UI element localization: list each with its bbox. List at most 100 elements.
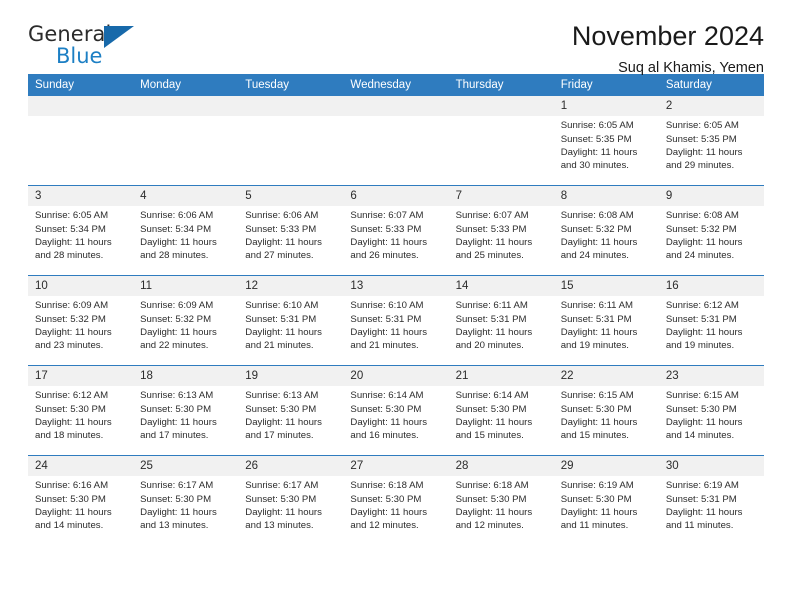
day-info-line: Sunset: 5:33 PM (245, 223, 317, 235)
calendar-day-cell[interactable]: 26 Sunrise: 6:17 AM Sunset: 5:30 PM Dayligh… (238, 455, 344, 545)
day-info-line: Daylight: 11 hours (35, 506, 112, 518)
calendar-day-cell[interactable]: 11 Sunrise: 6:09 AM Sunset: 5:32 PM Dayligh… (133, 275, 239, 366)
day-info-line: Daylight: 11 hours (560, 236, 638, 248)
calendar-day-cell[interactable]: 22 Sunrise: 6:15 AM Sunset: 5:30 PM Dayligh… (553, 365, 659, 456)
calendar-day-cell[interactable]: 18 Sunrise: 6:13 AM Sunset: 5:30 PM Dayligh… (133, 365, 239, 456)
day-cell-inner: 12 Sunrise: 6:10 AM Sunset: 5:31 PM Dayligh… (238, 276, 344, 365)
day-info-line: Sunset: 5:34 PM (140, 223, 212, 235)
day-info-line: and 24 minutes. (665, 249, 735, 261)
calendar-day-cell[interactable]: 19 Sunrise: 6:13 AM Sunset: 5:30 PM Dayligh… (238, 365, 344, 456)
day-info-line: Sunrise: 6:13 AM (245, 390, 319, 402)
calendar-day-cell[interactable]: 30 Sunrise: 6:19 AM Sunset: 5:31 PM Dayligh… (658, 455, 764, 545)
day-info-line: Sunset: 5:31 PM (560, 313, 632, 325)
day-sun-info: Sunrise: 6:05 AM Sunset: 5:35 PM Daylight:… (554, 116, 659, 172)
day-number: 10 (28, 276, 134, 297)
day-cell-inner: 17 Sunrise: 6:12 AM Sunset: 5:30 PM Dayligh… (28, 366, 134, 455)
day-info-line: and 19 minutes. (665, 339, 735, 351)
day-cell-inner: 4 Sunrise: 6:06 AM Sunset: 5:34 PM Daylight… (133, 186, 239, 275)
calendar-day-cell[interactable]: 25 Sunrise: 6:17 AM Sunset: 5:30 PM Dayligh… (133, 455, 239, 545)
day-number: 8 (553, 186, 659, 207)
day-sun-info: Sunrise: 6:12 AM Sunset: 5:31 PM Daylight:… (659, 296, 764, 352)
day-info-line: and 25 minutes. (455, 249, 524, 261)
brand-name-blue: Blue (56, 44, 103, 68)
day-number: 14 (448, 276, 554, 297)
day-sun-info: Sunrise: 6:19 AM Sunset: 5:31 PM Daylight:… (659, 476, 764, 532)
calendar-table: Sunday Monday Tuesday Wednesday Thursday… (28, 74, 764, 545)
calendar-day-cell[interactable]: 17 Sunrise: 6:12 AM Sunset: 5:30 PM Dayligh… (28, 365, 134, 456)
calendar-day-cell[interactable]: 5 Sunrise: 6:06 AM Sunset: 5:33 PM Daylight… (238, 185, 344, 276)
day-number: 21 (448, 366, 554, 387)
day-info-line: Sunrise: 6:15 AM (560, 390, 634, 402)
calendar-day-cell[interactable]: 8 Sunrise: 6:08 AM Sunset: 5:32 PM Daylight… (553, 185, 659, 276)
day-info-line: and 28 minutes. (140, 249, 209, 261)
calendar-day-cell[interactable]: 21 Sunrise: 6:14 AM Sunset: 5:30 PM Dayligh… (448, 365, 554, 456)
calendar-day-cell[interactable]: 7 Sunrise: 6:07 AM Sunset: 5:33 PM Daylight… (448, 185, 554, 276)
day-cell-inner: 25 Sunrise: 6:17 AM Sunset: 5:30 PM Dayligh… (133, 456, 239, 545)
day-info-line: and 30 minutes. (560, 159, 629, 171)
day-info-line: Sunset: 5:31 PM (455, 313, 527, 325)
calendar-day-cell[interactable]: 27 Sunrise: 6:18 AM Sunset: 5:30 PM Dayligh… (343, 455, 449, 545)
day-info-line: Sunrise: 6:14 AM (350, 390, 424, 402)
day-sun-info: Sunrise: 6:11 AM Sunset: 5:31 PM Daylight:… (449, 296, 554, 352)
calendar-day-cell[interactable]: 10 Sunrise: 6:09 AM Sunset: 5:32 PM Dayligh… (28, 275, 134, 366)
day-number (448, 96, 554, 117)
calendar-day-cell[interactable]: 23 Sunrise: 6:15 AM Sunset: 5:30 PM Dayligh… (658, 365, 764, 456)
day-cell-inner: 30 Sunrise: 6:19 AM Sunset: 5:31 PM Dayligh… (658, 456, 764, 545)
day-info-line: Sunrise: 6:17 AM (140, 480, 214, 492)
day-info-line: and 23 minutes. (35, 339, 104, 351)
day-info-line: Sunset: 5:31 PM (665, 493, 737, 505)
day-number: 3 (28, 186, 134, 207)
day-number: 1 (553, 96, 659, 117)
day-sun-info: Sunrise: 6:06 AM Sunset: 5:33 PM Daylight:… (238, 206, 343, 262)
day-cell-inner (343, 96, 449, 185)
day-info-line: Sunrise: 6:12 AM (665, 300, 739, 312)
day-info-line: Sunrise: 6:18 AM (350, 480, 424, 492)
calendar-day-cell[interactable]: 3 Sunrise: 6:05 AM Sunset: 5:34 PM Daylight… (28, 185, 134, 276)
day-sun-info: Sunrise: 6:17 AM Sunset: 5:30 PM Daylight:… (238, 476, 343, 532)
calendar-day-cell[interactable]: 20 Sunrise: 6:14 AM Sunset: 5:30 PM Dayligh… (343, 365, 449, 456)
day-info-line: Sunrise: 6:09 AM (35, 300, 109, 312)
day-number: 19 (238, 366, 344, 387)
calendar-day-cell[interactable]: 13 Sunrise: 6:10 AM Sunset: 5:31 PM Dayligh… (343, 275, 449, 366)
day-cell-inner (133, 96, 239, 185)
day-info-line: and 17 minutes. (245, 429, 314, 441)
day-cell-inner (28, 96, 134, 185)
day-info-line: and 13 minutes. (245, 519, 314, 531)
calendar-day-cell[interactable]: 29 Sunrise: 6:19 AM Sunset: 5:30 PM Dayligh… (553, 455, 659, 545)
day-number: 13 (343, 276, 449, 297)
day-number: 26 (238, 456, 344, 477)
calendar-day-cell[interactable]: 16 Sunrise: 6:12 AM Sunset: 5:31 PM Dayligh… (658, 275, 764, 366)
day-info-line: Sunset: 5:32 PM (560, 223, 632, 235)
day-info-line: Sunset: 5:30 PM (245, 493, 317, 505)
day-number: 20 (343, 366, 449, 387)
day-info-line: and 11 minutes. (560, 519, 629, 531)
day-number: 22 (553, 366, 659, 387)
day-sun-info: Sunrise: 6:08 AM Sunset: 5:32 PM Daylight:… (659, 206, 764, 262)
day-number: 25 (133, 456, 239, 477)
calendar-day-cell[interactable]: 1 Sunrise: 6:05 AM Sunset: 5:35 PM Daylight… (553, 96, 659, 186)
calendar-day-cell[interactable]: 4 Sunrise: 6:06 AM Sunset: 5:34 PM Daylight… (133, 185, 239, 276)
day-info-line: Sunrise: 6:08 AM (665, 210, 739, 222)
day-cell-inner: 20 Sunrise: 6:14 AM Sunset: 5:30 PM Dayligh… (343, 366, 449, 455)
brand-logo[interactable]: General Blue (28, 24, 148, 72)
calendar-day-cell[interactable]: 9 Sunrise: 6:08 AM Sunset: 5:32 PM Daylight… (658, 185, 764, 276)
calendar-day-cell[interactable]: 14 Sunrise: 6:11 AM Sunset: 5:31 PM Dayligh… (448, 275, 554, 366)
calendar-day-cell[interactable]: 15 Sunrise: 6:11 AM Sunset: 5:31 PM Dayligh… (553, 275, 659, 366)
day-number: 15 (553, 276, 659, 297)
day-sun-info: Sunrise: 6:07 AM Sunset: 5:33 PM Daylight:… (343, 206, 448, 262)
day-info-line: and 13 minutes. (140, 519, 209, 531)
calendar-day-cell[interactable]: 28 Sunrise: 6:18 AM Sunset: 5:30 PM Dayligh… (448, 455, 554, 545)
calendar-day-cell[interactable]: 24 Sunrise: 6:16 AM Sunset: 5:30 PM Dayligh… (28, 455, 134, 545)
day-info-line: Daylight: 11 hours (245, 326, 322, 338)
day-info-line: and 14 minutes. (665, 429, 735, 441)
day-number: 9 (658, 186, 764, 207)
calendar-day-cell[interactable]: 12 Sunrise: 6:10 AM Sunset: 5:31 PM Dayligh… (238, 275, 344, 366)
calendar-day-cell[interactable]: 2 Sunrise: 6:05 AM Sunset: 5:35 PM Daylight… (658, 96, 764, 186)
day-cell-inner: 3 Sunrise: 6:05 AM Sunset: 5:34 PM Daylight… (28, 186, 134, 275)
day-info-line: Sunrise: 6:12 AM (35, 390, 109, 402)
day-number: 24 (28, 456, 134, 477)
day-cell-inner: 11 Sunrise: 6:09 AM Sunset: 5:32 PM Dayligh… (133, 276, 239, 365)
brand-name-general: General (28, 22, 112, 46)
day-info-line: Sunset: 5:30 PM (35, 403, 106, 415)
calendar-day-cell[interactable]: 6 Sunrise: 6:07 AM Sunset: 5:33 PM Daylight… (343, 185, 449, 276)
